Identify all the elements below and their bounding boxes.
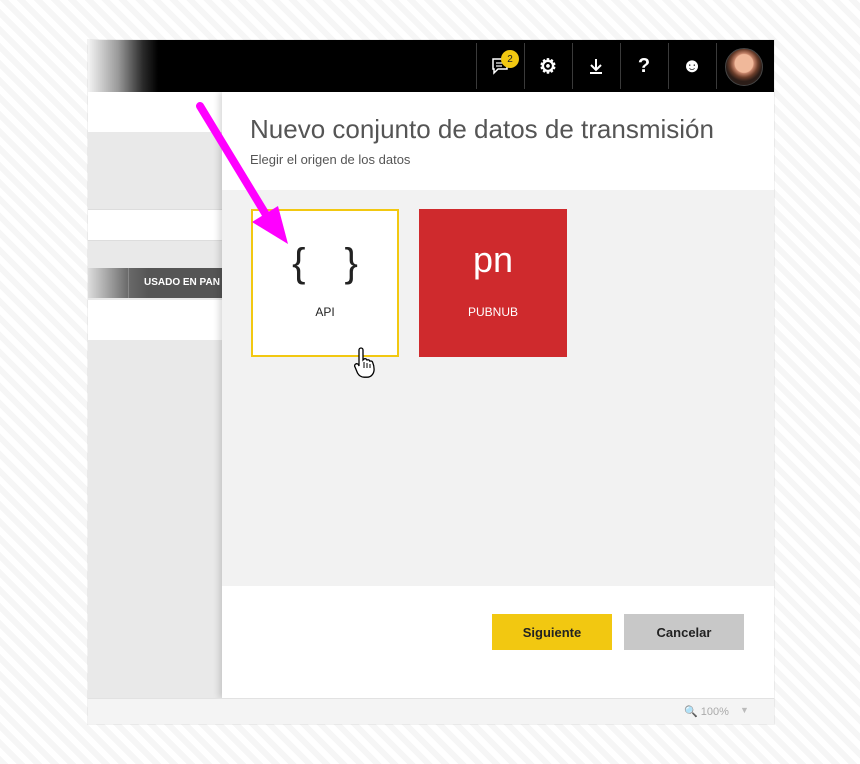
- hand-cursor-icon: [353, 347, 375, 378]
- source-tile-api[interactable]: { } API: [251, 209, 399, 357]
- braces-icon: { }: [292, 241, 372, 285]
- dialog-footer: Siguiente Cancelar: [222, 586, 774, 698]
- background-strip: [88, 209, 222, 241]
- help-icon: ?: [637, 54, 651, 77]
- avatar[interactable]: [725, 48, 763, 86]
- background-strip: [88, 300, 222, 340]
- pubnub-logo-icon: pn: [472, 239, 514, 280]
- gear-icon: ⚙: [539, 55, 557, 78]
- source-tile-pubnub[interactable]: pn PUBNUB: [419, 209, 567, 357]
- dialog-subtitle: Elegir el origen de los datos: [250, 152, 411, 167]
- smiley-icon: ☻: [681, 54, 703, 77]
- source-label: PUBNUB: [467, 305, 518, 319]
- feedback-button[interactable]: ☻: [668, 43, 715, 89]
- zoom-level[interactable]: 🔍 100%: [684, 705, 729, 718]
- app-window: 2 ⚙ ? ☻ USADO EN PAN Nuevo conjunto de d: [88, 40, 774, 724]
- column-header-used-in: USADO EN PAN: [144, 277, 220, 288]
- background-strip: [88, 92, 222, 132]
- streaming-dataset-dialog: Nuevo conjunto de datos de transmisión E…: [222, 92, 774, 698]
- notifications-badge: 2: [501, 50, 519, 68]
- source-label: API: [315, 305, 335, 319]
- next-button[interactable]: Siguiente: [492, 614, 612, 650]
- cancel-button[interactable]: Cancelar: [624, 614, 744, 650]
- dialog-header: Nuevo conjunto de datos de transmisión E…: [222, 92, 774, 190]
- column-divider: [128, 268, 129, 298]
- help-button[interactable]: ?: [620, 43, 667, 89]
- zoom-value: 100%: [700, 706, 729, 718]
- chevron-down-icon[interactable]: ▼: [740, 705, 749, 715]
- status-bar: 🔍 100% ▼: [88, 698, 774, 724]
- download-button[interactable]: [572, 43, 619, 89]
- settings-button[interactable]: ⚙: [524, 43, 571, 89]
- background-page: [88, 92, 222, 724]
- dialog-title: Nuevo conjunto de datos de transmisión: [250, 114, 714, 144]
- download-icon: [590, 59, 602, 74]
- top-bar: 2 ⚙ ? ☻: [88, 40, 774, 92]
- notifications-button[interactable]: 2: [476, 43, 523, 89]
- background-table-header: USADO EN PAN: [88, 268, 222, 298]
